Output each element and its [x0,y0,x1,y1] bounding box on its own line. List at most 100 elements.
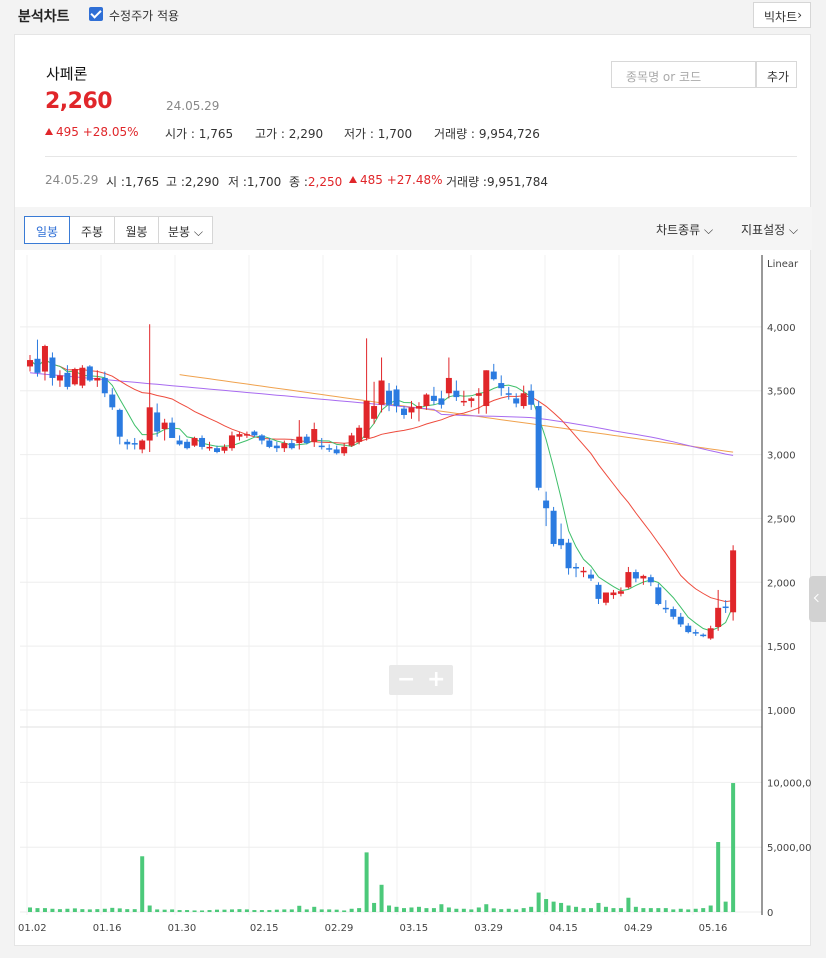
candle-body [296,436,303,444]
date-tick-label: 02.15 [250,923,279,934]
volume-bar [678,908,683,912]
volume-bar [229,909,234,912]
date-tick-label: 03.29 [474,923,503,934]
candle-body [236,434,243,437]
candlestick-chart[interactable]: 4,000 3,500 3,000 2,500 2,000 1,500 1,000 Linea… [15,250,812,947]
volume-bar [574,906,579,912]
volume-bar [274,909,279,912]
volume-bar [222,909,227,912]
volume-bar [364,852,369,912]
zoom-out-button[interactable]: − [397,667,415,692]
candle-body [214,448,220,453]
tab-minute[interactable]: 분봉 ⌵ [158,216,213,244]
tab-monthly[interactable]: 월봉 [114,216,159,244]
date-tick-label: 01.02 [18,923,47,934]
volume-bar [686,909,691,912]
tab-daily[interactable]: 일봉 [24,216,70,244]
top-bar: 분석차트 수정주가 적용 빅차트 › [0,0,826,30]
indicator-settings-dropdown[interactable]: 지표설정 ⌵ [741,221,798,238]
side-panel-toggle[interactable] [809,576,826,622]
adjusted-price-checkbox[interactable] [89,7,103,21]
chevron-right-icon: › [797,8,802,22]
price-tick-label: 1,000 [767,706,796,717]
volume-bar [431,908,436,912]
candle-body [453,390,460,398]
date-tick-label: 05.16 [699,923,728,934]
volume-bar [185,910,190,912]
big-chart-label: 빅차트 [764,10,798,24]
candle-body [588,574,594,579]
volume-bar [125,909,130,912]
volume-bar [693,908,698,912]
stock-search-input[interactable]: 종목명 or 코드 [611,61,756,88]
volume-bar [57,909,62,912]
candle-body [221,446,228,451]
candle-body [468,398,475,401]
volume-bar [379,884,384,912]
volume-bar [297,905,302,912]
volume-bar [327,909,332,912]
zoom-in-button[interactable]: + [427,667,445,692]
volume-bar [454,908,459,912]
chart-type-dropdown[interactable]: 차트종류 ⌵ [656,221,713,238]
tab-weekly[interactable]: 주봉 [69,216,115,244]
volume-bar [267,910,272,912]
volume-bar [656,908,661,912]
candle-body [154,412,161,432]
volume-bar [409,907,414,912]
price-tick-label: 4,000 [767,323,796,334]
volume-bar [648,908,653,912]
volume-bar [170,909,175,912]
candle-body [34,358,41,373]
volume-bar [618,908,623,912]
volume-bar [147,905,152,912]
volume-bar [506,908,511,912]
big-chart-button[interactable]: 빅차트 › [753,2,811,28]
volume-bar [357,908,362,912]
add-button[interactable]: 추가 [756,61,797,88]
candle-body [41,346,48,372]
candle-body [535,406,542,488]
volume-bar [416,906,421,912]
candle-body [670,609,677,617]
candle-body [251,431,258,436]
volume-bar [596,902,601,912]
date-tick-label: 01.16 [93,923,122,934]
volume-bar [723,901,728,912]
price-scale-label: Linear [767,259,799,270]
candle-body [318,445,325,448]
volume-bar [319,909,324,912]
volume-bar [394,906,399,912]
volume-bar [207,910,212,912]
volume-bar [633,906,638,912]
candle-body [498,383,505,389]
volume-bar [566,905,571,912]
candle-body [146,407,153,441]
volume-bar [521,908,526,912]
volume-bar [117,908,122,912]
chevron-down-icon: ⌵ [193,225,204,239]
candle-body [184,441,191,449]
chevron-down-icon: ⌵ [704,223,714,237]
candle-body [632,572,639,579]
high-price: 고가 : 2,290 [255,127,324,141]
current-price: 2,260 [45,89,113,114]
volume-bar [244,909,249,912]
candle-body [363,400,370,438]
volume-bar [102,908,107,912]
candle-body [490,371,497,380]
volume-bar [140,856,145,912]
volume-bar [491,908,496,912]
volume-bar [35,908,40,912]
up-triangle-icon [45,128,53,135]
adjusted-price-label[interactable]: 수정주가 적용 [109,7,179,24]
price-tick-label: 2,500 [767,514,796,525]
candle-body [56,375,63,381]
volume-bar [603,906,608,912]
volume-bar [476,907,481,912]
date-tick-label: 02.29 [325,923,354,934]
volume-bar [65,908,70,912]
volume-bar [581,908,586,912]
zoom-control: − + [389,665,453,695]
candle-body [483,370,490,407]
